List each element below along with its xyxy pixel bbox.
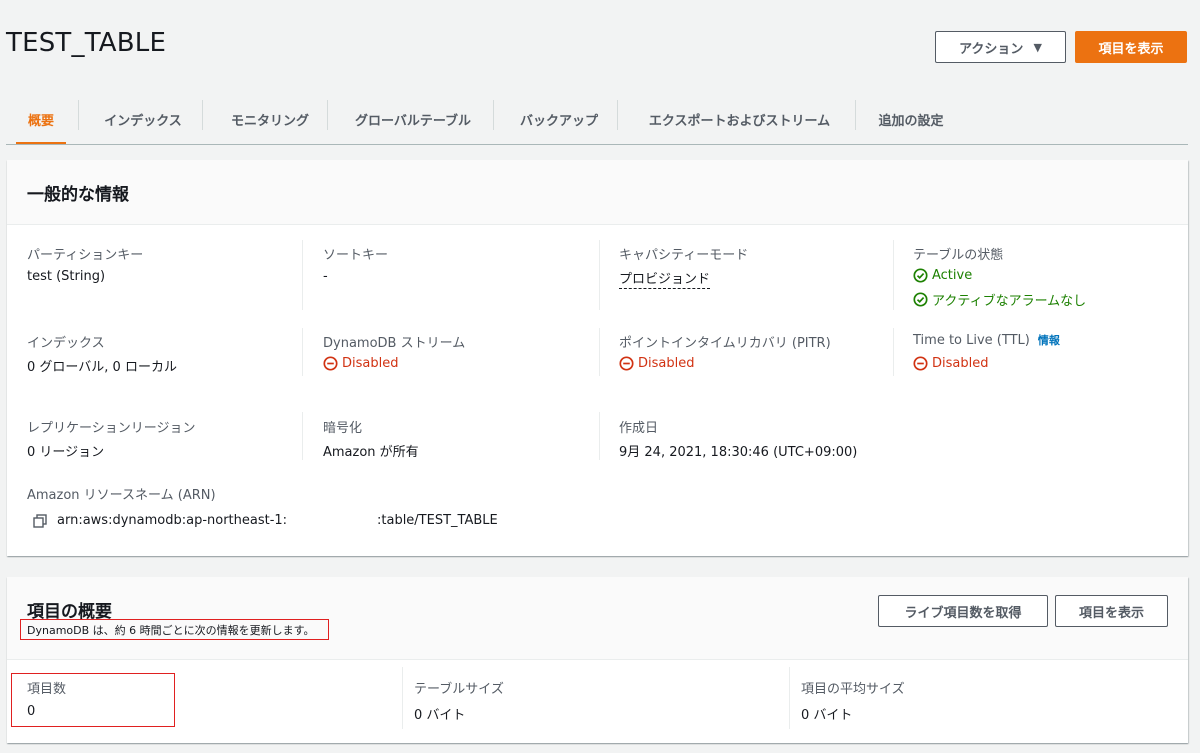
column-divider [402,667,403,729]
pitr-label: ポイントインタイムリカバリ (PITR) [619,336,831,351]
alarm-status-text: アクティブなアラームなし [932,294,1087,309]
streams-status: Disabled [323,356,398,371]
replication-label: レプリケーションリージョン [27,421,196,436]
arn-value-suffix: :table/TEST_TABLE [377,513,498,528]
column-divider [302,412,303,460]
caret-down-icon: ▼ [1033,40,1042,54]
arn-label: Amazon リソースネーム (ARN) [27,488,216,503]
capacity-mode-value[interactable]: プロビジョンド [619,268,711,289]
column-divider [893,240,894,310]
partition-key-value: test (String) [27,269,106,284]
sort-key-value: - [323,269,328,284]
streams-status-text: Disabled [342,356,399,371]
copy-icon[interactable] [33,514,47,528]
indexes-label: インデックス [27,336,105,351]
pitr-status-text: Disabled [638,356,695,371]
capacity-mode-label: キャパシティーモード [619,248,749,263]
view-items-summary-button[interactable]: 項目を表示 [1055,595,1168,627]
column-divider [599,240,600,310]
minus-circle-icon [619,356,634,371]
tab-divider [202,100,203,130]
created-value: 9月 24, 2021, 18:30:46 (UTC+09:00) [619,445,858,460]
column-divider [789,667,790,729]
alarm-status-value: アクティブなアラームなし [913,290,1086,309]
item-count-label: 項目数 [27,682,67,697]
minus-circle-icon [323,356,338,371]
encryption-label: 暗号化 [323,421,363,436]
check-circle-icon [913,268,928,283]
indexes-value: 0 グローバル, 0 ローカル [27,360,177,375]
page-title: TEST_TABLE [6,28,167,58]
capacity-mode-text: プロビジョンド [619,272,711,289]
items-summary-header: 項目の概要 DynamoDB は、約 6 時間ごとに次の情報を更新します。 ライ… [7,577,1188,660]
tab-divider [617,100,618,130]
ttl-status-text: Disabled [932,356,989,371]
ttl-label: Time to Live (TTL) [913,333,1030,348]
general-info-title: 一般的な情報 [27,185,129,205]
tab-divider [855,100,856,130]
partition-key-label: パーティションキー [27,248,144,263]
tab-overview[interactable]: 概要 [16,96,66,144]
replication-value: 0 リージョン [27,445,105,460]
tab-additional-settings[interactable]: 追加の設定 [865,96,957,143]
table-status-label: テーブルの状態 [913,248,1004,263]
minus-circle-icon [913,356,928,371]
page-header: TEST_TABLE アクション ▼ 項目を表示 [0,0,1200,92]
tab-exports-streams[interactable]: エクスポートおよびストリーム [627,96,852,143]
streams-label: DynamoDB ストリーム [323,336,466,351]
general-info-header: 一般的な情報 [7,160,1188,225]
tab-divider [78,100,79,130]
summary-update-note: DynamoDB は、約 6 時間ごとに次の情報を更新します。 [20,619,329,640]
item-count-value: 0 [27,704,36,719]
table-status-value: Active [913,268,972,283]
ttl-label-row: Time to Live (TTL) 情報 [913,332,1060,348]
column-divider [599,412,600,460]
actions-button-label: アクション [959,41,1024,57]
column-divider [893,328,894,376]
table-status-text: Active [932,268,973,283]
check-circle-icon [913,292,928,307]
encryption-value: Amazon が所有 [323,445,419,460]
column-divider [302,328,303,376]
arn-value-prefix: arn:aws:dynamodb:ap-northeast-1: [57,513,288,528]
avg-item-size-label: 項目の平均サイズ [801,682,905,697]
items-summary-panel: 項目の概要 DynamoDB は、約 6 時間ごとに次の情報を更新します。 ライ… [7,577,1188,743]
tab-global-tables[interactable]: グローバルテーブル [337,96,489,143]
tab-bar: 概要 インデックス モニタリング グローバルテーブル バックアップ エクスポート… [6,96,1188,145]
avg-item-size-value: 0 バイト [801,708,853,723]
ttl-info-link[interactable]: 情報 [1038,334,1060,347]
tab-monitoring[interactable]: モニタリング [212,96,328,143]
tab-backups[interactable]: バックアップ [503,96,615,143]
pitr-status: Disabled [619,356,694,371]
tab-divider [493,100,494,130]
ttl-status: Disabled [913,356,988,371]
get-live-item-count-button[interactable]: ライブ項目数を取得 [878,595,1048,627]
tab-indexes[interactable]: インデックス [88,96,198,143]
column-divider [302,240,303,310]
sort-key-label: ソートキー [323,248,389,263]
column-divider [599,328,600,376]
created-label: 作成日 [619,421,659,436]
general-info-panel: 一般的な情報 パーティションキー test (String) ソートキー - キ… [7,160,1188,556]
actions-dropdown-button[interactable]: アクション ▼ [935,31,1066,63]
table-size-value: 0 バイト [414,708,466,723]
tab-divider [327,100,328,130]
view-items-button[interactable]: 項目を表示 [1075,31,1187,63]
table-size-label: テーブルサイズ [414,682,504,697]
